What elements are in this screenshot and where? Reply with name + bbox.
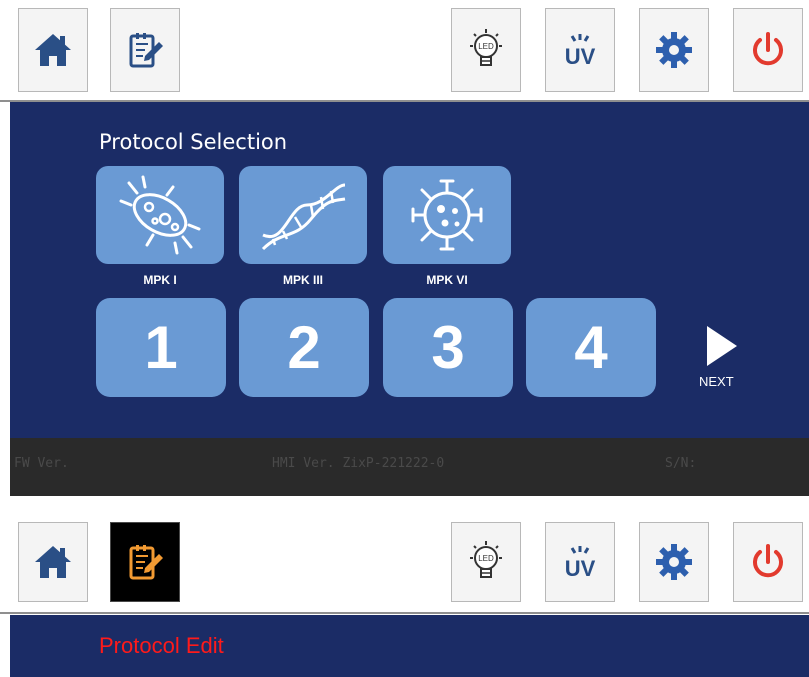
dna-icon bbox=[261, 183, 346, 251]
led-icon-label: LED bbox=[478, 554, 494, 563]
power-button[interactable] bbox=[733, 522, 803, 602]
edit-button[interactable] bbox=[110, 522, 180, 602]
number-button-2[interactable]: 2 bbox=[239, 298, 369, 397]
bacteria-icon bbox=[119, 175, 201, 255]
edit-button[interactable] bbox=[110, 8, 180, 92]
power-icon bbox=[753, 544, 783, 578]
protocol-selection-screen: LED UV Protocol Selection MPK I MPK III … bbox=[0, 0, 809, 497]
uv-icon: UV bbox=[565, 546, 596, 581]
settings-button[interactable] bbox=[639, 8, 709, 92]
number-button-3[interactable]: 3 bbox=[383, 298, 513, 397]
fw-version: FW Ver. bbox=[14, 456, 69, 471]
settings-button[interactable] bbox=[639, 522, 709, 602]
uv-icon: UV bbox=[565, 34, 596, 69]
number-button-4[interactable]: 4 bbox=[526, 298, 656, 397]
main-area: Protocol Edit bbox=[10, 615, 809, 677]
protocol-label: MPK I bbox=[143, 273, 177, 287]
led-button[interactable]: LED bbox=[451, 522, 521, 602]
protocol-tile-mpk-i[interactable] bbox=[96, 166, 224, 264]
next-label[interactable]: NEXT bbox=[699, 374, 734, 389]
protocol-tile-mpk-iii[interactable] bbox=[239, 166, 367, 264]
uv-icon-label: UV bbox=[565, 44, 596, 69]
number-button-1[interactable]: 1 bbox=[96, 298, 226, 397]
page-title: Protocol Edit bbox=[99, 633, 224, 658]
uv-button[interactable]: UV bbox=[545, 8, 615, 92]
protocol-label: MPK III bbox=[282, 273, 323, 287]
page-title: Protocol Selection bbox=[99, 130, 288, 154]
gear-icon bbox=[656, 32, 692, 68]
status-bar: FW Ver. HMI Ver. ZixP-221222-0 S/N: bbox=[10, 438, 809, 496]
main-area: Protocol Selection MPK I MPK III MPK VI … bbox=[10, 102, 809, 438]
gear-icon bbox=[656, 544, 692, 580]
protocol-edit-screen: LED UV Protocol Edit bbox=[0, 512, 809, 677]
top-toolbar: LED UV bbox=[0, 0, 809, 102]
home-button[interactable] bbox=[18, 522, 88, 602]
power-icon bbox=[753, 32, 783, 66]
protocol-label: MPK VI bbox=[426, 273, 468, 287]
next-arrow-icon[interactable] bbox=[707, 326, 737, 366]
led-button[interactable]: LED bbox=[451, 8, 521, 92]
top-toolbar: LED UV bbox=[0, 512, 809, 614]
led-icon: LED bbox=[470, 29, 502, 66]
led-icon: LED bbox=[470, 541, 502, 578]
power-button[interactable] bbox=[733, 8, 803, 92]
uv-icon-label: UV bbox=[565, 556, 596, 581]
uv-button[interactable]: UV bbox=[545, 522, 615, 602]
home-icon bbox=[35, 546, 71, 578]
virus-icon bbox=[411, 179, 483, 251]
hmi-version: HMI Ver. ZixP-221222-0 bbox=[272, 456, 445, 471]
led-icon-label: LED bbox=[478, 42, 494, 51]
edit-icon bbox=[129, 545, 163, 580]
home-icon bbox=[35, 34, 71, 66]
serial-number: S/N: bbox=[665, 456, 697, 471]
protocol-tile-mpk-vi[interactable] bbox=[383, 166, 511, 264]
edit-icon bbox=[129, 33, 163, 68]
home-button[interactable] bbox=[18, 8, 88, 92]
